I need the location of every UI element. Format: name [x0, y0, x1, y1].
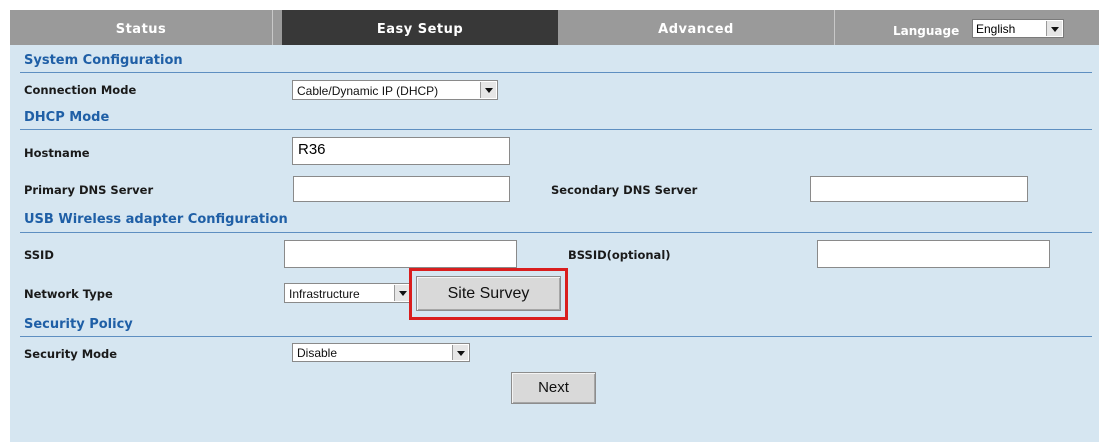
connection-mode-value: Cable/Dynamic IP (DHCP) — [297, 84, 439, 98]
section-title-security-policy: Security Policy — [24, 317, 133, 332]
chevron-down-icon[interactable] — [1046, 21, 1062, 36]
tab-easy-setup[interactable]: Easy Setup — [282, 10, 558, 45]
ssid-label: SSID — [24, 248, 54, 262]
bssid-label: BSSID(optional) — [568, 248, 671, 262]
language-select-value: English — [976, 22, 1016, 36]
section-title-dhcp-mode: DHCP Mode — [24, 110, 110, 125]
tab-advanced[interactable]: Advanced — [558, 10, 834, 45]
hostname-label: Hostname — [24, 146, 90, 160]
secondary-dns-input[interactable] — [810, 176, 1028, 202]
connection-mode-label: Connection Mode — [24, 83, 137, 97]
language-label: Language — [893, 24, 960, 38]
tab-divider — [834, 10, 835, 45]
hostname-value: R36 — [298, 141, 326, 158]
network-type-label: Network Type — [24, 287, 113, 301]
section-divider — [20, 232, 1092, 233]
chevron-down-icon[interactable] — [480, 82, 496, 98]
primary-dns-input[interactable] — [293, 176, 510, 202]
connection-mode-select[interactable]: Cable/Dynamic IP (DHCP) — [292, 80, 498, 100]
section-divider — [20, 336, 1092, 337]
security-mode-label: Security Mode — [24, 347, 118, 361]
ssid-input[interactable] — [284, 240, 517, 268]
security-mode-value: Disable — [297, 346, 338, 360]
secondary-dns-label: Secondary DNS Server — [551, 183, 698, 197]
highlight-box — [409, 268, 568, 320]
top-nav: Status Easy Setup Advanced Language Engl… — [10, 10, 1099, 45]
section-divider — [20, 72, 1092, 73]
next-button[interactable]: Next — [511, 372, 596, 404]
network-type-value: Infrastructure — [289, 287, 360, 301]
section-title-usb-wireless: USB Wireless adapter Configuration — [24, 212, 288, 227]
security-mode-select[interactable]: Disable — [292, 343, 470, 362]
chevron-down-icon[interactable] — [394, 285, 410, 301]
tab-status[interactable]: Status — [10, 10, 272, 45]
chevron-down-icon[interactable] — [452, 345, 468, 360]
primary-dns-label: Primary DNS Server — [24, 183, 154, 197]
hostname-input[interactable]: R36 — [292, 137, 510, 165]
language-select[interactable]: English — [972, 19, 1064, 38]
network-type-select[interactable]: Infrastructure — [284, 283, 412, 303]
tab-divider — [272, 10, 273, 45]
section-title-system-configuration: System Configuration — [24, 53, 183, 68]
bssid-input[interactable] — [817, 240, 1050, 268]
section-divider — [20, 129, 1092, 130]
